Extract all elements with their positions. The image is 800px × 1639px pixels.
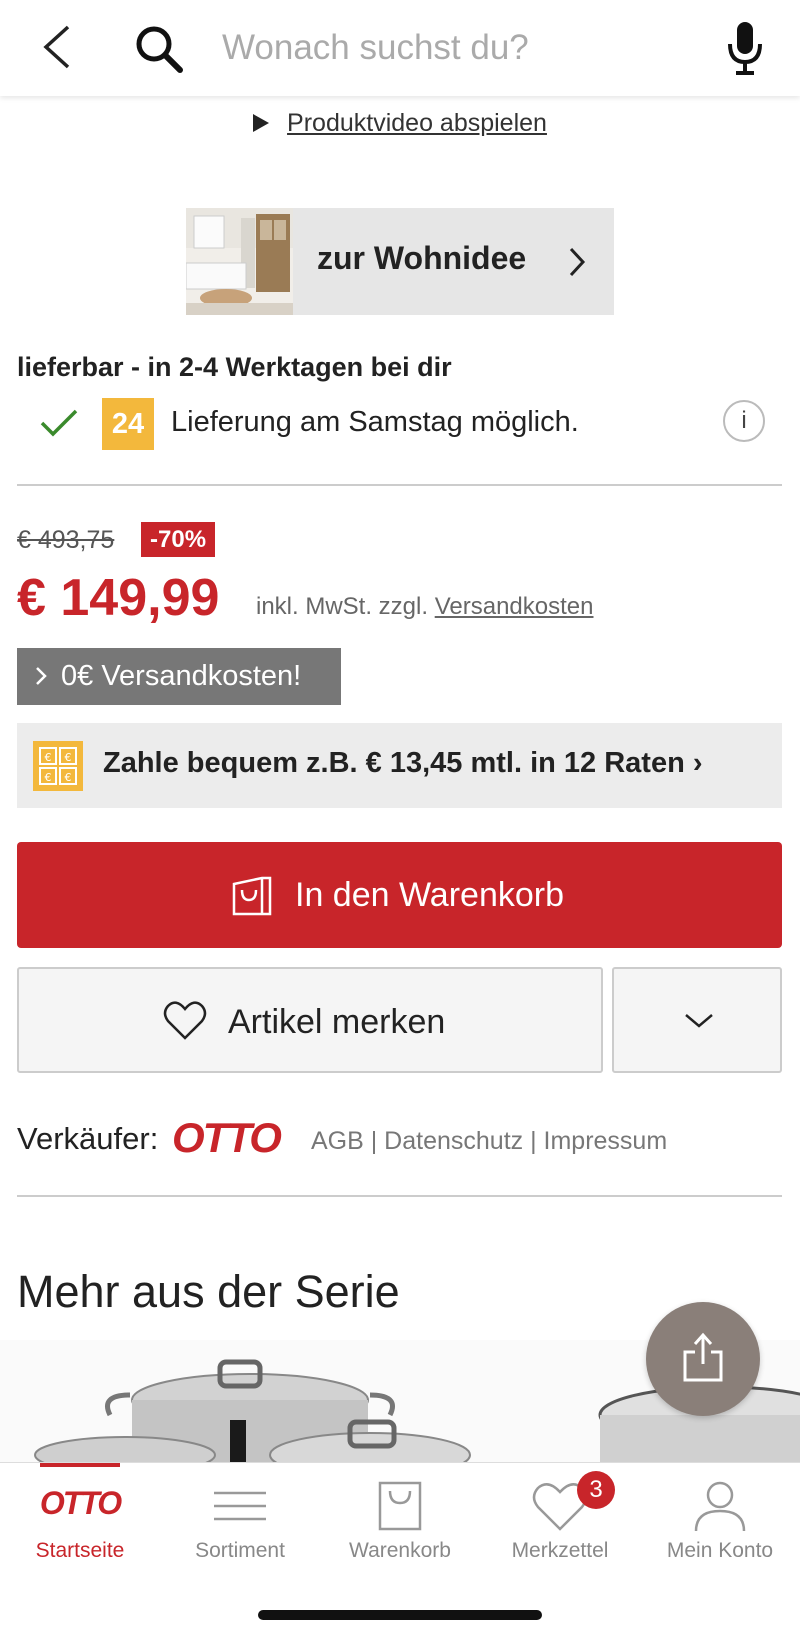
free-shipping-label: 0€ Versandkosten! [61, 660, 302, 692]
shopping-bag-icon [378, 1481, 422, 1531]
shipping-costs-link[interactable]: Versandkosten [435, 593, 594, 620]
tab-startseite[interactable]: OTTO Startseite [0, 1463, 160, 1583]
vat-text: inkl. MwSt. zzgl. [256, 593, 429, 620]
tab-label: Mein Konto [666, 1539, 774, 1562]
chevron-down-icon [685, 1014, 713, 1028]
home-indicator[interactable] [258, 1610, 542, 1620]
tab-merkzettel[interactable]: 3 Merkzettel [480, 1463, 640, 1583]
delivery-24-badge: 24 [102, 398, 154, 450]
installment-coins-icon: € € € € [33, 741, 83, 791]
divider [17, 484, 782, 486]
free-shipping-badge[interactable]: 0€ Versandkosten! [17, 648, 341, 705]
shopping-bag-icon [232, 876, 272, 916]
discount-badge: -70% [141, 522, 216, 557]
checkmark-icon [40, 409, 78, 437]
saturday-delivery-row: 24 Lieferung am Samstag möglich. i [17, 398, 767, 450]
svg-text:€: € [65, 751, 72, 764]
top-bar: Wonach suchst du? [0, 0, 800, 96]
product-video-label: Produktvideo abspielen [287, 108, 547, 137]
tab-label: Sortiment [195, 1539, 285, 1562]
wohnidee-label: zur Wohnidee [317, 240, 527, 276]
back-arrow-icon[interactable] [40, 24, 76, 70]
menu-icon [214, 1491, 266, 1521]
seller-label: Verkäufer: [17, 1121, 159, 1156]
product-video-link[interactable]: Produktvideo abspielen [0, 108, 800, 138]
tab-warenkorb[interactable]: Warenkorb [320, 1463, 480, 1583]
wishlist-label: Artikel merken [228, 1003, 446, 1041]
add-to-cart-label: In den Warenkorb [295, 876, 564, 914]
bottom-tab-bar: OTTO Startseite Sortiment Warenkorb 3 Me… [0, 1462, 800, 1639]
legal-links[interactable]: AGB | Datenschutz | Impressum [311, 1127, 667, 1156]
svg-text:€: € [45, 771, 52, 784]
old-price: € 493,75 [17, 526, 115, 554]
otto-logo: OTTO [172, 1114, 282, 1161]
chevron-right-icon [569, 247, 586, 277]
heart-icon [163, 1001, 207, 1040]
svg-text:€: € [45, 751, 52, 764]
svg-text:€: € [65, 771, 72, 784]
microphone-icon[interactable] [726, 20, 764, 76]
kitchen-thumbnail-image [186, 208, 293, 315]
tab-mein-konto[interactable]: Mein Konto [640, 1463, 800, 1583]
chevron-right-icon [36, 667, 47, 685]
current-price: € 149,99 [17, 569, 220, 627]
more-options-button[interactable] [612, 967, 782, 1073]
add-to-cart-button[interactable]: In den Warenkorb [17, 842, 782, 948]
add-to-wishlist-button[interactable]: Artikel merken [17, 967, 603, 1073]
wishlist-count-badge: 3 [577, 1471, 615, 1509]
search-icon[interactable] [134, 24, 184, 74]
wohnidee-banner[interactable]: zur Wohnidee [186, 208, 614, 315]
share-button[interactable] [646, 1302, 760, 1416]
installment-text: Zahle bequem z.B. € 13,45 mtl. in 12 Rat… [103, 747, 703, 779]
tab-sortiment[interactable]: Sortiment [160, 1463, 320, 1583]
play-icon [253, 114, 270, 133]
active-tab-indicator [40, 1463, 120, 1467]
tab-label: Merkzettel [511, 1539, 609, 1562]
tab-label: Startseite [35, 1539, 125, 1562]
otto-logo-icon: OTTO [39, 1485, 122, 1521]
series-section-title: Mehr aus der Serie [17, 1266, 400, 1317]
saturday-delivery-text: Lieferung am Samstag möglich. [171, 406, 579, 438]
info-icon[interactable]: i [723, 400, 765, 442]
tab-label: Warenkorb [349, 1539, 451, 1562]
share-icon [683, 1332, 723, 1382]
installment-banner[interactable]: € € € € Zahle bequem z.B. € 13,45 mtl. i… [17, 723, 782, 808]
search-input[interactable]: Wonach suchst du? [222, 28, 529, 68]
vat-info: inkl. MwSt. zzgl. Versandkosten [256, 593, 593, 621]
user-icon [694, 1481, 746, 1532]
delivery-status: lieferbar - in 2-4 Werktagen bei dir [17, 352, 452, 382]
divider [17, 1195, 782, 1197]
